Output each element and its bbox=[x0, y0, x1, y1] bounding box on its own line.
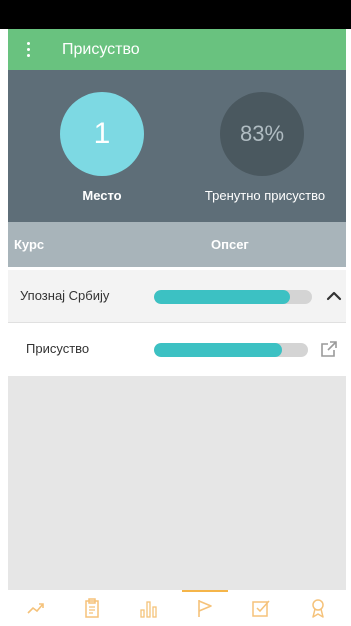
attendance-row[interactable]: Присуство bbox=[8, 323, 346, 375]
flag-icon bbox=[198, 600, 212, 617]
course-name: Упознај Србију bbox=[20, 288, 110, 303]
rank-value: 1 bbox=[93, 117, 111, 150]
column-header-course: Курс bbox=[14, 237, 45, 252]
course-progress-bar bbox=[154, 290, 312, 304]
more-vertical-icon[interactable] bbox=[14, 29, 42, 70]
checkbox-icon bbox=[252, 600, 271, 617]
content-empty-area bbox=[8, 376, 346, 590]
attendance-progress-fill bbox=[154, 343, 282, 357]
course-row[interactable]: Упознај Србију bbox=[8, 270, 346, 323]
attendance-row-label: Присуство bbox=[26, 341, 90, 356]
nav-item-clipboard[interactable] bbox=[69, 590, 115, 626]
rank-label: Место bbox=[82, 188, 122, 203]
attendance-value: 83% bbox=[239, 121, 285, 146]
bottom-navigation bbox=[8, 590, 346, 626]
award-icon bbox=[312, 599, 324, 618]
table-header: Курс Опсег bbox=[8, 222, 346, 267]
course-progress-fill bbox=[154, 290, 290, 304]
status-bar bbox=[0, 0, 351, 29]
page-title: Присуство bbox=[62, 40, 140, 58]
attendance-summary: 1 83% Место Тренутно присуство bbox=[8, 70, 346, 222]
nav-item-attendance[interactable] bbox=[182, 590, 229, 626]
chevron-up-icon[interactable] bbox=[326, 288, 342, 304]
nav-item-statistics[interactable] bbox=[126, 590, 172, 626]
nav-item-trend[interactable] bbox=[13, 590, 59, 626]
attendance-label: Тренутно присуство bbox=[204, 188, 326, 203]
rank-circle: 1 bbox=[60, 92, 144, 176]
nav-item-awards[interactable] bbox=[295, 590, 341, 626]
external-link-icon[interactable] bbox=[319, 339, 339, 359]
app-bar: Присуство bbox=[8, 29, 346, 70]
attendance-progress-bar bbox=[154, 343, 308, 357]
attendance-circle: 83% bbox=[220, 92, 304, 176]
bar-chart-icon bbox=[140, 601, 157, 618]
clipboard-icon bbox=[85, 598, 100, 618]
trend-icon bbox=[27, 603, 44, 614]
column-header-range: Опсег bbox=[211, 237, 249, 252]
nav-item-tasks[interactable] bbox=[238, 590, 284, 626]
